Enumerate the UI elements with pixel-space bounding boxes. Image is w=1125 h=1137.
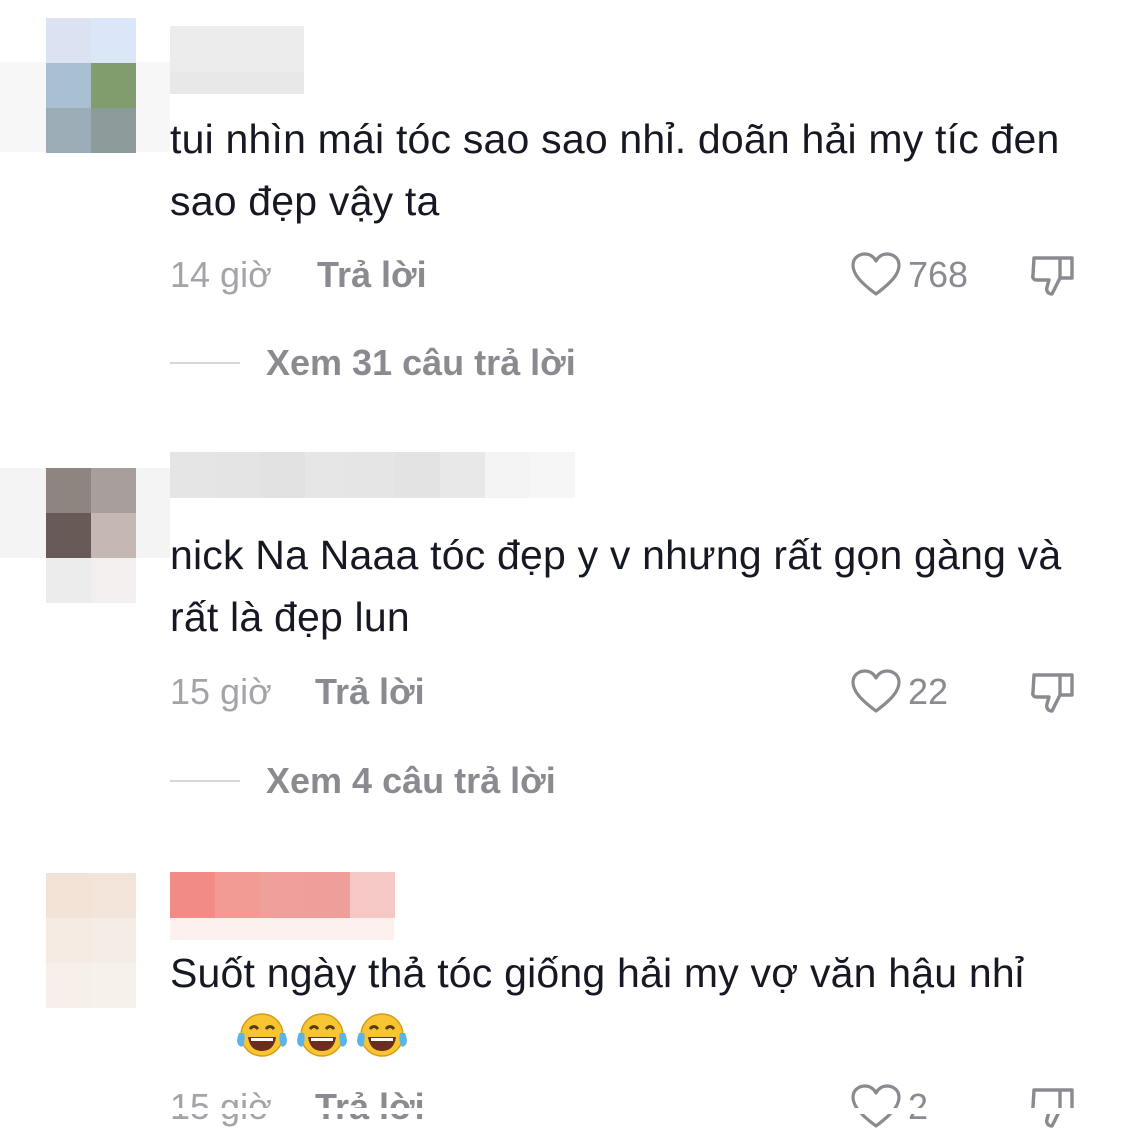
view-replies-label: Xem 4 câu trả lời bbox=[266, 760, 556, 801]
comment-time: 15 giờ bbox=[170, 671, 272, 712]
avatar[interactable] bbox=[46, 18, 136, 153]
reply-button[interactable]: Trả lời bbox=[315, 1082, 425, 1132]
divider-line bbox=[170, 362, 240, 364]
comment-time: 15 giờ bbox=[170, 1086, 272, 1127]
heart-outline-icon[interactable] bbox=[850, 1084, 902, 1130]
bottom-edge bbox=[0, 1108, 1125, 1114]
reply-button[interactable]: Trả lời bbox=[315, 667, 425, 717]
view-replies-label: Xem 31 câu trả lời bbox=[266, 342, 576, 383]
thumbs-down-icon[interactable] bbox=[1028, 1082, 1078, 1132]
username-blurred-lower bbox=[170, 72, 304, 94]
like-count: 22 bbox=[908, 671, 949, 712]
like-count: 768 bbox=[908, 254, 969, 295]
heart-outline-icon[interactable] bbox=[850, 252, 902, 298]
face-with-tears-of-joy-emoji bbox=[356, 1011, 407, 1059]
username-blurred-lower bbox=[170, 918, 394, 940]
thumbs-down-icon[interactable] bbox=[1028, 667, 1078, 717]
face-with-tears-of-joy-emoji bbox=[236, 1011, 287, 1059]
view-replies-button[interactable]: Xem 31 câu trả lời bbox=[170, 338, 576, 388]
comment-text: nick Na Naaa tóc đẹp y v nhưng rất gọn g… bbox=[170, 532, 1073, 640]
comment-meta-row: 15 giờ Trả lời 2 bbox=[170, 1082, 1090, 1132]
username-blurred[interactable] bbox=[170, 872, 395, 918]
avatar[interactable] bbox=[46, 873, 136, 1008]
thumbs-down-icon[interactable] bbox=[1028, 250, 1078, 300]
username-blurred[interactable] bbox=[170, 452, 575, 498]
heart-outline-icon[interactable] bbox=[850, 669, 902, 715]
comment-meta-row: 15 giờ Trả lời 22 bbox=[170, 667, 1090, 717]
comment-meta-row: 14 giờ Trả lời 768 bbox=[170, 250, 1090, 300]
comment-text-content: Suốt ngày thả tóc giống hải my vợ văn hậ… bbox=[170, 950, 1025, 996]
username-blurred[interactable] bbox=[170, 26, 304, 72]
comment-time: 14 giờ bbox=[170, 254, 272, 295]
like-count: 2 bbox=[908, 1086, 929, 1127]
face-with-tears-of-joy-emoji bbox=[296, 1011, 347, 1059]
divider-line bbox=[170, 780, 240, 782]
comment-text: Suốt ngày thả tóc giống hải my vợ văn hậ… bbox=[170, 942, 1090, 1004]
avatar[interactable] bbox=[46, 468, 136, 603]
comment-text: tui nhìn mái tóc sao sao nhỉ. doãn hải m… bbox=[170, 116, 1072, 224]
view-replies-button[interactable]: Xem 4 câu trả lời bbox=[170, 756, 556, 806]
reply-button[interactable]: Trả lời bbox=[317, 250, 427, 300]
emoji-group bbox=[236, 1010, 416, 1060]
